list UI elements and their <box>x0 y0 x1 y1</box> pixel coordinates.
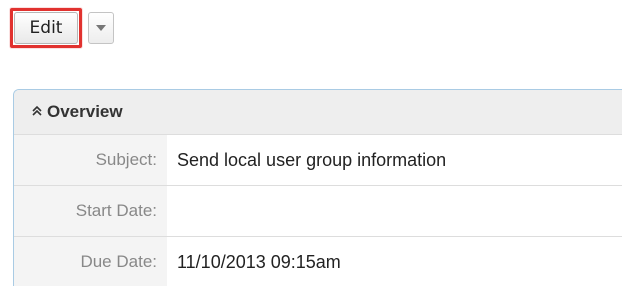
edit-button-highlight: Edit <box>10 8 82 48</box>
overview-panel-header[interactable]: Overview <box>14 90 622 134</box>
edit-button[interactable]: Edit <box>14 12 78 44</box>
field-label-subject: Subject: <box>14 135 167 185</box>
field-row-start-date: Start Date: <box>14 185 622 236</box>
actions-dropdown-button[interactable] <box>88 12 114 44</box>
field-label-start-date: Start Date: <box>14 186 167 236</box>
caret-down-icon <box>96 25 106 31</box>
record-toolbar: Edit <box>10 8 114 48</box>
field-label-due-date: Due Date: <box>14 237 167 286</box>
double-chevron-up-icon[interactable] <box>31 105 43 119</box>
record-view: Edit Overview Subject: Send local user g… <box>0 0 622 286</box>
field-value-due-date[interactable]: 11/10/2013 09:15am <box>167 237 622 286</box>
panel-title: Overview <box>47 102 123 121</box>
field-value-start-date[interactable] <box>167 186 622 236</box>
overview-panel: Overview Subject: Send local user group … <box>13 89 622 286</box>
field-row-due-date: Due Date: 11/10/2013 09:15am <box>14 236 622 286</box>
field-value-subject[interactable]: Send local user group information <box>167 135 622 185</box>
field-row-subject: Subject: Send local user group informati… <box>14 134 622 185</box>
